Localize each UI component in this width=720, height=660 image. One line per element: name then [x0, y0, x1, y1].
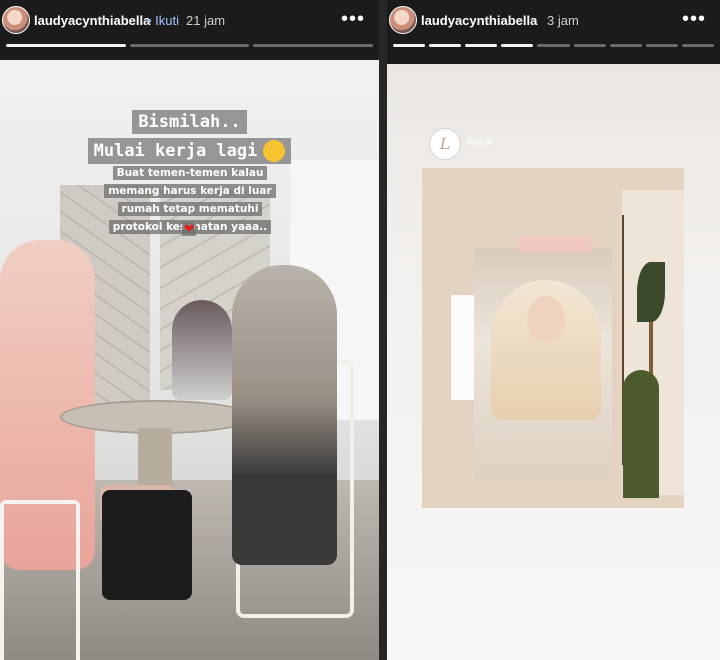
- username[interactable]: laudyacynthiabella: [421, 13, 537, 28]
- username[interactable]: laudyacynthiabella: [34, 13, 150, 28]
- progress-segment: [393, 44, 426, 47]
- progress-segment: [609, 44, 642, 47]
- story-text-sticker: Bismilah.. Mulai kerja lagi: [0, 108, 379, 166]
- progress-segment: [129, 44, 250, 47]
- white-chair: [0, 500, 80, 660]
- woman-face: [527, 296, 565, 342]
- story-panel-right[interactable]: L lbylcb laudyacynthiabella 3 jam •••: [387, 0, 720, 660]
- more-options-icon[interactable]: •••: [682, 8, 706, 31]
- sticker-line-1: Bismilah..: [132, 110, 247, 134]
- progress-segment: [501, 44, 534, 47]
- brand-logo: L: [429, 128, 461, 160]
- story-progress-bar: [6, 44, 374, 47]
- cactus: [623, 370, 659, 498]
- sticker-line-2-text: Mulai kerja lagi: [93, 141, 258, 161]
- progress-segment: [465, 44, 498, 47]
- progress-segment: [6, 44, 126, 47]
- person-masked: [172, 300, 232, 400]
- story-timestamp: 3 jam: [547, 13, 579, 28]
- progress-segment: [429, 44, 462, 47]
- story-timestamp: 21 jam: [186, 13, 226, 28]
- brand-handle: lbylcb: [467, 137, 493, 148]
- progress-segment: [573, 44, 606, 47]
- sticker-line-2: Mulai kerja lagi: [87, 138, 292, 164]
- avatar[interactable]: [389, 6, 417, 34]
- story-panel-left[interactable]: Bismilah.. Mulai kerja lagi Buat temen-t…: [0, 0, 379, 660]
- avatar[interactable]: [2, 6, 30, 34]
- heart-emoji-icon: ❤: [182, 221, 196, 236]
- story-header: laudyacynthiabella • Ikuti 21 jam •••: [0, 4, 379, 38]
- follow-button[interactable]: • Ikuti: [147, 13, 179, 28]
- story-progress-bar: [393, 44, 714, 47]
- story-header: laudyacynthiabella 3 jam •••: [387, 4, 720, 38]
- collage-pink-tape: [519, 236, 591, 252]
- more-options-icon[interactable]: •••: [341, 8, 365, 31]
- hugging-face-emoji-icon: [263, 140, 286, 162]
- person-grey-hijab: [232, 265, 337, 565]
- progress-segment: [537, 44, 570, 47]
- plant-leaf: [637, 262, 665, 322]
- black-tote-bag: [102, 490, 192, 600]
- progress-segment: [681, 44, 714, 47]
- progress-segment: [645, 44, 678, 47]
- progress-segment: [253, 44, 374, 47]
